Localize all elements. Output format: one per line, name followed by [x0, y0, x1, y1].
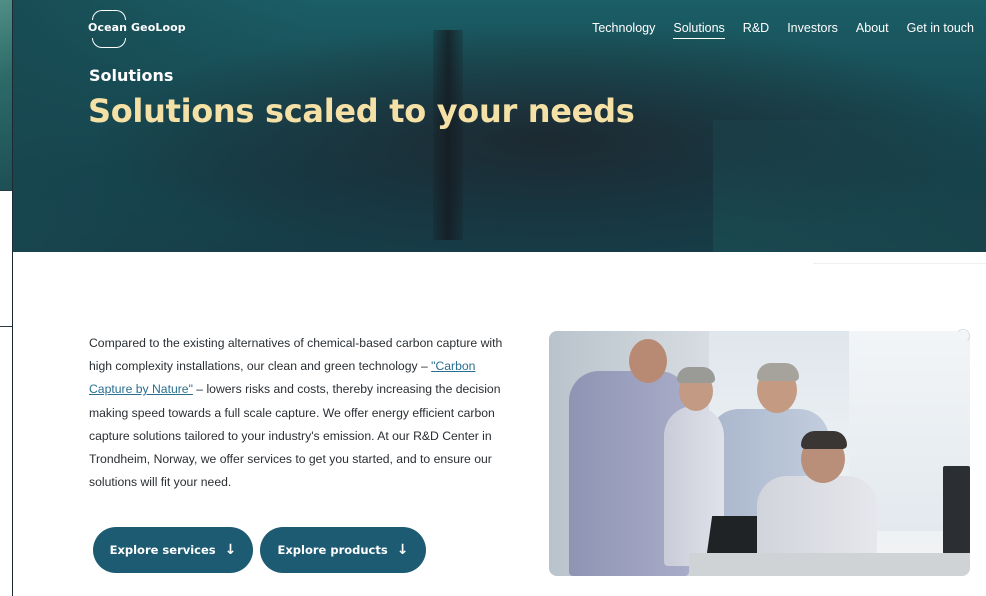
explore-services-label: Explore services [109, 543, 216, 557]
explore-products-button[interactable]: Explore products ↓ [260, 527, 426, 573]
hero-banner: Ocean GeoLoop Technology Solutions R&D I… [13, 0, 986, 252]
intro-text-end: – lowers risks and costs, thereby increa… [89, 382, 501, 490]
browser-page: Ocean GeoLoop Technology Solutions R&D I… [12, 0, 986, 596]
monitor-shape [943, 466, 970, 554]
nav-item-about[interactable]: About [856, 21, 889, 39]
nav-item-investors[interactable]: Investors [787, 21, 838, 39]
explore-products-label: Explore products [277, 543, 388, 557]
nav-item-solutions[interactable]: Solutions [673, 21, 725, 39]
breadcrumb: Solutions [89, 66, 174, 85]
divider [813, 263, 986, 264]
nav-item-get-in-touch[interactable]: Get in touch [907, 21, 974, 39]
brand-logo[interactable]: Ocean GeoLoop [88, 10, 198, 50]
nav-links: Technology Solutions R&D Investors About… [574, 21, 974, 39]
logo-arc-icon [92, 38, 126, 48]
arrow-down-icon: ↓ [224, 542, 237, 558]
nav-item-rnd[interactable]: R&D [743, 21, 769, 39]
logo-text: Ocean GeoLoop [88, 21, 186, 34]
page-title: Solutions scaled to your needs [88, 92, 635, 130]
arrow-down-icon: ↓ [396, 542, 409, 558]
loading-spinner-icon [956, 329, 970, 343]
nav-item-technology[interactable]: Technology [592, 21, 655, 39]
logo-arc-icon [92, 10, 126, 20]
top-navigation: Ocean GeoLoop Technology Solutions R&D I… [13, 0, 986, 58]
intro-paragraph: Compared to the existing alternatives of… [89, 332, 513, 494]
explore-services-button[interactable]: Explore services ↓ [93, 527, 253, 573]
office-team-photo [549, 331, 970, 576]
